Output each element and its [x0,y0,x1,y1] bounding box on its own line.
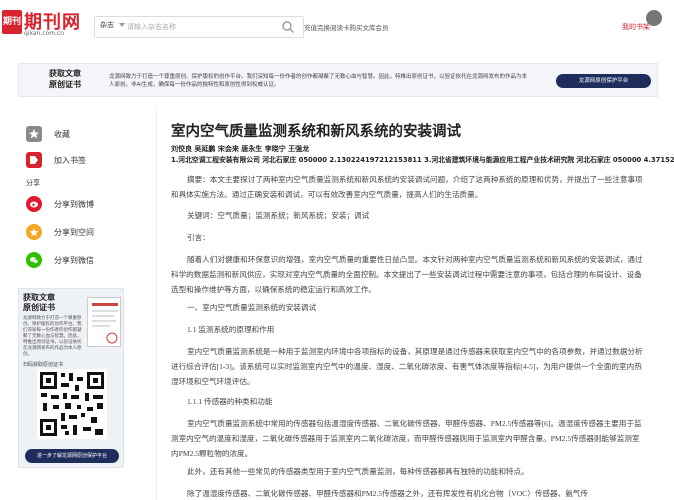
top-header: 期刊 期刊网 qikan.com.cn 杂志 充值完换阅读卡购买文库会员 我的书… [0,0,674,50]
chevron-down-icon[interactable] [119,23,125,27]
ad-caption: 扫码获取原创证书 [23,362,64,368]
sensor-paragraph: 室内空气质量监测系统中常用的传感器包括温湿度传感器、二氧化碳传感器、甲醛传感器、… [171,419,642,458]
share-qzone-button[interactable]: 分享到空间 [26,222,94,242]
logo-badge: 期刊 [2,10,22,34]
site-logo[interactable]: 期刊 期刊网 qikan.com.cn [2,8,80,40]
sensor-more-paragraph: 除了温湿度传感器、二氧化碳传感器、甲醛传感器和PM2.5传感器之外，还有挥发性有… [187,489,588,498]
banner-title-line2: 原创证书 [49,80,81,89]
article-main: 室内空气质量监测系统和新风系统的安装调试 刘佼良 吴延鹏 宋会来 唐永生 李晓宁… [156,110,674,500]
banner-title: 获取文章 原创证书 [49,68,81,90]
add-tag-label: 加入书签 [54,155,86,165]
search-box: 杂志 [94,16,304,38]
share-wechat-button[interactable]: 分享到微信 [26,250,94,270]
intro-heading: 引言： [187,233,210,242]
star-icon [26,126,42,142]
keywords-paragraph: 关键词：空气质量；监测系统；新风系统；安装；调试 [187,211,370,220]
top-nav-links[interactable]: 充值完换阅读卡购买文库会员 [304,22,389,32]
original-certificate-banner[interactable]: 获取文章 原创证书 龙源网致力于打造一个尊重原创、保护版权的创作平台。我们深知每… [18,63,658,97]
abstract-paragraph: 摘要：本文主要探讨了两种室内空气质量监测系统和新风系统的安装调试问题，介绍了这两… [171,175,643,199]
ad-title-line2: 原创证书 [23,303,55,312]
article-title: 室内空气质量监测系统和新风系统的安装调试 [171,124,461,140]
banner-title-line1: 获取文章 [49,69,81,78]
user-avatar-icon[interactable] [646,10,662,26]
banner-button[interactable]: 龙源网原创保护平台 [556,74,651,88]
qr-code-icon [37,369,107,439]
section-heading: 一、室内空气质量监测系统的安装调试 [187,303,317,312]
subsection-heading: 1.1 监测系统的原理和作用 [187,325,275,334]
ad-text: 龙源网致力于打造一个尊重原创、保护版权的创作平台。我们深知每一份作者的创作都凝聚… [23,316,82,357]
article-authors: 刘佼良 吴延鹏 宋会来 唐永生 李晓宁 王强龙 [171,145,310,153]
wechat-icon [26,252,42,268]
ad-title: 获取文章 原创证书 [23,293,55,313]
ad-learn-more-button[interactable]: 进一步了解龙源网原创保护平台 [25,449,119,463]
search-icon[interactable] [281,20,295,34]
sensor-extra-paragraph: 此外，还有其他一些常见的传感器类型用于室内空气质量监测，每种传感器都具有独特的功… [187,467,529,476]
add-tag-button[interactable]: 加入书签 [26,150,86,170]
certificate-thumbnail [87,297,121,347]
search-input[interactable] [127,19,277,35]
logo-domain: qikan.com.cn [24,30,65,37]
weibo-icon [26,196,42,212]
sensor-heading: 1.1.1 传感器的种类和功能 [187,397,273,406]
intro-paragraph: 随着人们对健康和环保意识的增强，室内空气质量的重要性日益凸显。本文针对两种室内空… [171,255,643,294]
article-affiliation: 1.河北空调工程安装有限公司 河北石家庄 050000 2.1302241972… [171,156,674,164]
search-category-select[interactable]: 杂志 [100,20,114,30]
system-principle-paragraph: 室内空气质量监测系统是一种用于监测室内环境中各项指标的设备，其原理是通过传感器来… [171,347,643,386]
share-wechat-label: 分享到微信 [54,255,94,265]
ad-title-line1: 获取文章 [23,293,55,302]
collect-label: 收藏 [54,129,70,139]
certificate-ad-panel[interactable]: 获取文章 原创证书 龙源网致力于打造一个尊重原创、保护版权的创作平台。我们深知每… [18,288,124,468]
my-bookshelf-link[interactable]: 我的书架 [622,22,650,32]
share-heading: 分享 [26,179,40,187]
tag-icon [26,152,42,168]
share-weibo-label: 分享到微博 [54,199,94,209]
collect-button[interactable]: 收藏 [26,124,70,144]
qzone-icon [26,224,42,240]
share-weibo-button[interactable]: 分享到微博 [26,194,94,214]
banner-text: 龙源网致力于打造一个尊重原创、保护版权的创作平台。我们深知每一份作者的创作都凝聚… [109,74,528,88]
share-qzone-label: 分享到空间 [54,227,94,237]
